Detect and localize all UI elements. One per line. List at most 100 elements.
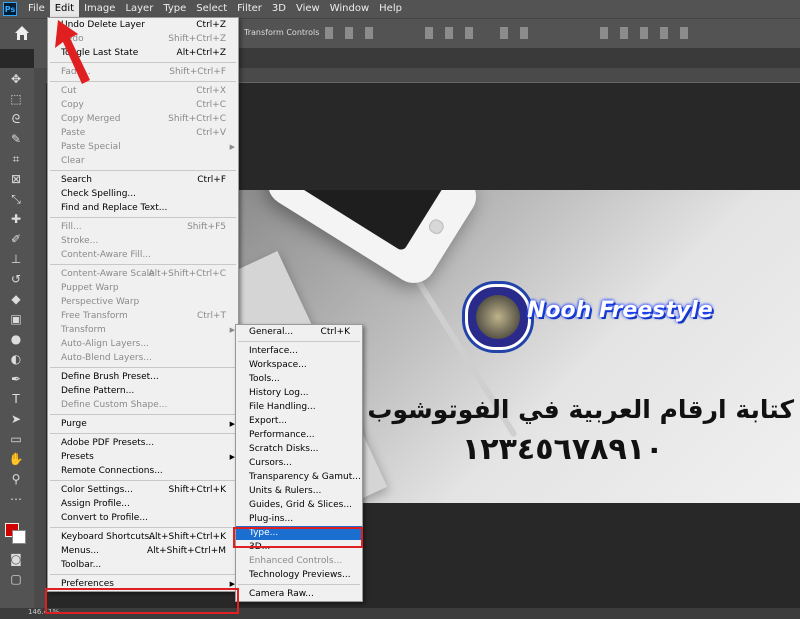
menu-item-search[interactable]: Search Ctrl+F <box>48 173 238 187</box>
3d-mode-icon[interactable] <box>600 27 608 39</box>
distribute-icon[interactable] <box>520 27 528 39</box>
3d-mode-icon[interactable] <box>620 27 628 39</box>
align-icon[interactable] <box>365 27 373 39</box>
stamp-icon[interactable]: ⊥ <box>8 252 24 266</box>
menu-item-puppet-warp[interactable]: Puppet Warp <box>48 281 238 295</box>
menu-item-general[interactable]: General... Ctrl+K <box>236 325 362 339</box>
quick-select-icon[interactable]: ✎ <box>8 132 24 146</box>
menu-item-paste-special[interactable]: Paste Special ▶ <box>48 140 238 154</box>
zoom-icon[interactable]: ⚲ <box>8 472 24 486</box>
distribute-icon[interactable] <box>500 27 508 39</box>
quick-mask-icon[interactable]: ◙ <box>8 552 24 566</box>
dodge-icon[interactable]: ◐ <box>8 352 24 366</box>
menu-item-content-aware-fill[interactable]: Content-Aware Fill... <box>48 248 238 262</box>
menu-separator <box>50 527 236 528</box>
menu-item-cursors[interactable]: Cursors... <box>236 456 362 470</box>
menu-item-camera-raw[interactable]: Camera Raw... <box>236 587 362 601</box>
home-icon[interactable] <box>14 25 30 41</box>
menu-item-plug-ins[interactable]: Plug-ins... <box>236 512 362 526</box>
eraser-icon[interactable]: ◆ <box>8 292 24 306</box>
menu-item-enhanced-controls[interactable]: Enhanced Controls... <box>236 554 362 568</box>
menu-item-color-settings[interactable]: Color Settings... Shift+Ctrl+K <box>48 483 238 497</box>
menu-item-find-and-replace-text[interactable]: Find and Replace Text... <box>48 201 238 215</box>
menu-type[interactable]: Type <box>158 0 191 18</box>
menu-item-transparency-gamut[interactable]: Transparency & Gamut... <box>236 470 362 484</box>
history-brush-icon[interactable]: ↺ <box>8 272 24 286</box>
menu-item-units-rulers[interactable]: Units & Rulers... <box>236 484 362 498</box>
menu-select[interactable]: Select <box>191 0 232 18</box>
distribute-icon[interactable] <box>425 27 433 39</box>
menu-item-scratch-disks[interactable]: Scratch Disks... <box>236 442 362 456</box>
menu-item-guides-grid-slices[interactable]: Guides, Grid & Slices... <box>236 498 362 512</box>
menu-item-define-custom-shape[interactable]: Define Custom Shape... <box>48 398 238 412</box>
menu-item-export[interactable]: Export... <box>236 414 362 428</box>
frame-icon[interactable]: ⊠ <box>8 172 24 186</box>
menu-item-check-spelling[interactable]: Check Spelling... <box>48 187 238 201</box>
menu-3d[interactable]: 3D <box>267 0 291 18</box>
brush-icon[interactable]: ✐ <box>8 232 24 246</box>
menu-window[interactable]: Window <box>325 0 374 18</box>
menu-item-auto-blend-layers[interactable]: Auto-Blend Layers... <box>48 351 238 365</box>
menu-item-history-log[interactable]: History Log... <box>236 386 362 400</box>
distribute-icon[interactable] <box>465 27 473 39</box>
menu-item-performance[interactable]: Performance... <box>236 428 362 442</box>
menu-item-assign-profile[interactable]: Assign Profile... <box>48 497 238 511</box>
menu-item-presets[interactable]: Presets ▶ <box>48 450 238 464</box>
menu-item-paste[interactable]: Paste Ctrl+V <box>48 126 238 140</box>
menu-file[interactable]: File <box>23 0 50 18</box>
eyedropper-icon[interactable]: ⤡ <box>8 192 24 206</box>
menu-image[interactable]: Image <box>79 0 120 18</box>
menu-item-free-transform[interactable]: Free Transform Ctrl+T <box>48 309 238 323</box>
menu-filter[interactable]: Filter <box>232 0 267 18</box>
menu-item-menus[interactable]: Menus... Alt+Shift+Ctrl+M <box>48 544 238 558</box>
menu-item-technology-previews[interactable]: Technology Previews... <box>236 568 362 582</box>
menu-item-copy[interactable]: Copy Ctrl+C <box>48 98 238 112</box>
lasso-icon[interactable]: ᘓ <box>8 112 24 126</box>
menu-item-adobe-pdf-presets[interactable]: Adobe PDF Presets... <box>48 436 238 450</box>
hand-icon[interactable]: ✋ <box>8 452 24 466</box>
menu-edit[interactable]: Edit <box>49 0 80 18</box>
menu-view[interactable]: View <box>291 0 325 18</box>
3d-mode-icon[interactable] <box>640 27 648 39</box>
path-select-icon[interactable]: ➤ <box>8 412 24 426</box>
background-color-swatch[interactable] <box>12 530 26 544</box>
crop-icon[interactable]: ⌗ <box>8 152 24 166</box>
menu-item-content-aware-scale[interactable]: Content-Aware Scale Alt+Shift+Ctrl+C <box>48 267 238 281</box>
menu-layer[interactable]: Layer <box>120 0 158 18</box>
menu-item-convert-to-profile[interactable]: Convert to Profile... <box>48 511 238 525</box>
healing-icon[interactable]: ✚ <box>8 212 24 226</box>
gradient-icon[interactable]: ▣ <box>8 312 24 326</box>
align-icon[interactable] <box>325 27 333 39</box>
screen-mode-icon[interactable]: ▢ <box>8 572 24 586</box>
menu-item-define-brush-preset[interactable]: Define Brush Preset... <box>48 370 238 384</box>
align-icon[interactable] <box>345 27 353 39</box>
menu-item-copy-merged[interactable]: Copy Merged Shift+Ctrl+C <box>48 112 238 126</box>
menu-item-workspace[interactable]: Workspace... <box>236 358 362 372</box>
menu-item-transform[interactable]: Transform ▶ <box>48 323 238 337</box>
menu-item-define-pattern[interactable]: Define Pattern... <box>48 384 238 398</box>
menu-item-clear[interactable]: Clear <box>48 154 238 168</box>
menu-help[interactable]: Help <box>374 0 407 18</box>
distribute-icon[interactable] <box>445 27 453 39</box>
menu-item-purge[interactable]: Purge ▶ <box>48 417 238 431</box>
marquee-icon[interactable]: ⬚ <box>8 92 24 106</box>
3d-mode-icon[interactable] <box>680 27 688 39</box>
menu-item-toolbar[interactable]: Toolbar... <box>48 558 238 572</box>
type-icon[interactable]: T <box>8 392 24 406</box>
menu-item-stroke[interactable]: Stroke... <box>48 234 238 248</box>
more-icon[interactable]: ⋯ <box>8 492 24 506</box>
pen-icon[interactable]: ✒ <box>8 372 24 386</box>
blur-icon[interactable]: ● <box>8 332 24 346</box>
menu-item-keyboard-shortcuts[interactable]: Keyboard Shortcuts... Alt+Shift+Ctrl+K <box>48 530 238 544</box>
menu-item-interface[interactable]: Interface... <box>236 344 362 358</box>
transform-controls-label[interactable]: Transform Controls <box>244 28 319 37</box>
menu-item-perspective-warp[interactable]: Perspective Warp <box>48 295 238 309</box>
menu-item-file-handling[interactable]: File Handling... <box>236 400 362 414</box>
menu-item-remote-connections[interactable]: Remote Connections... <box>48 464 238 478</box>
3d-mode-icon[interactable] <box>660 27 668 39</box>
rectangle-icon[interactable]: ▭ <box>8 432 24 446</box>
menu-item-fill[interactable]: Fill... Shift+F5 <box>48 220 238 234</box>
menu-item-tools[interactable]: Tools... <box>236 372 362 386</box>
menu-item-auto-align-layers[interactable]: Auto-Align Layers... <box>48 337 238 351</box>
move-icon[interactable]: ✥ <box>8 72 24 86</box>
